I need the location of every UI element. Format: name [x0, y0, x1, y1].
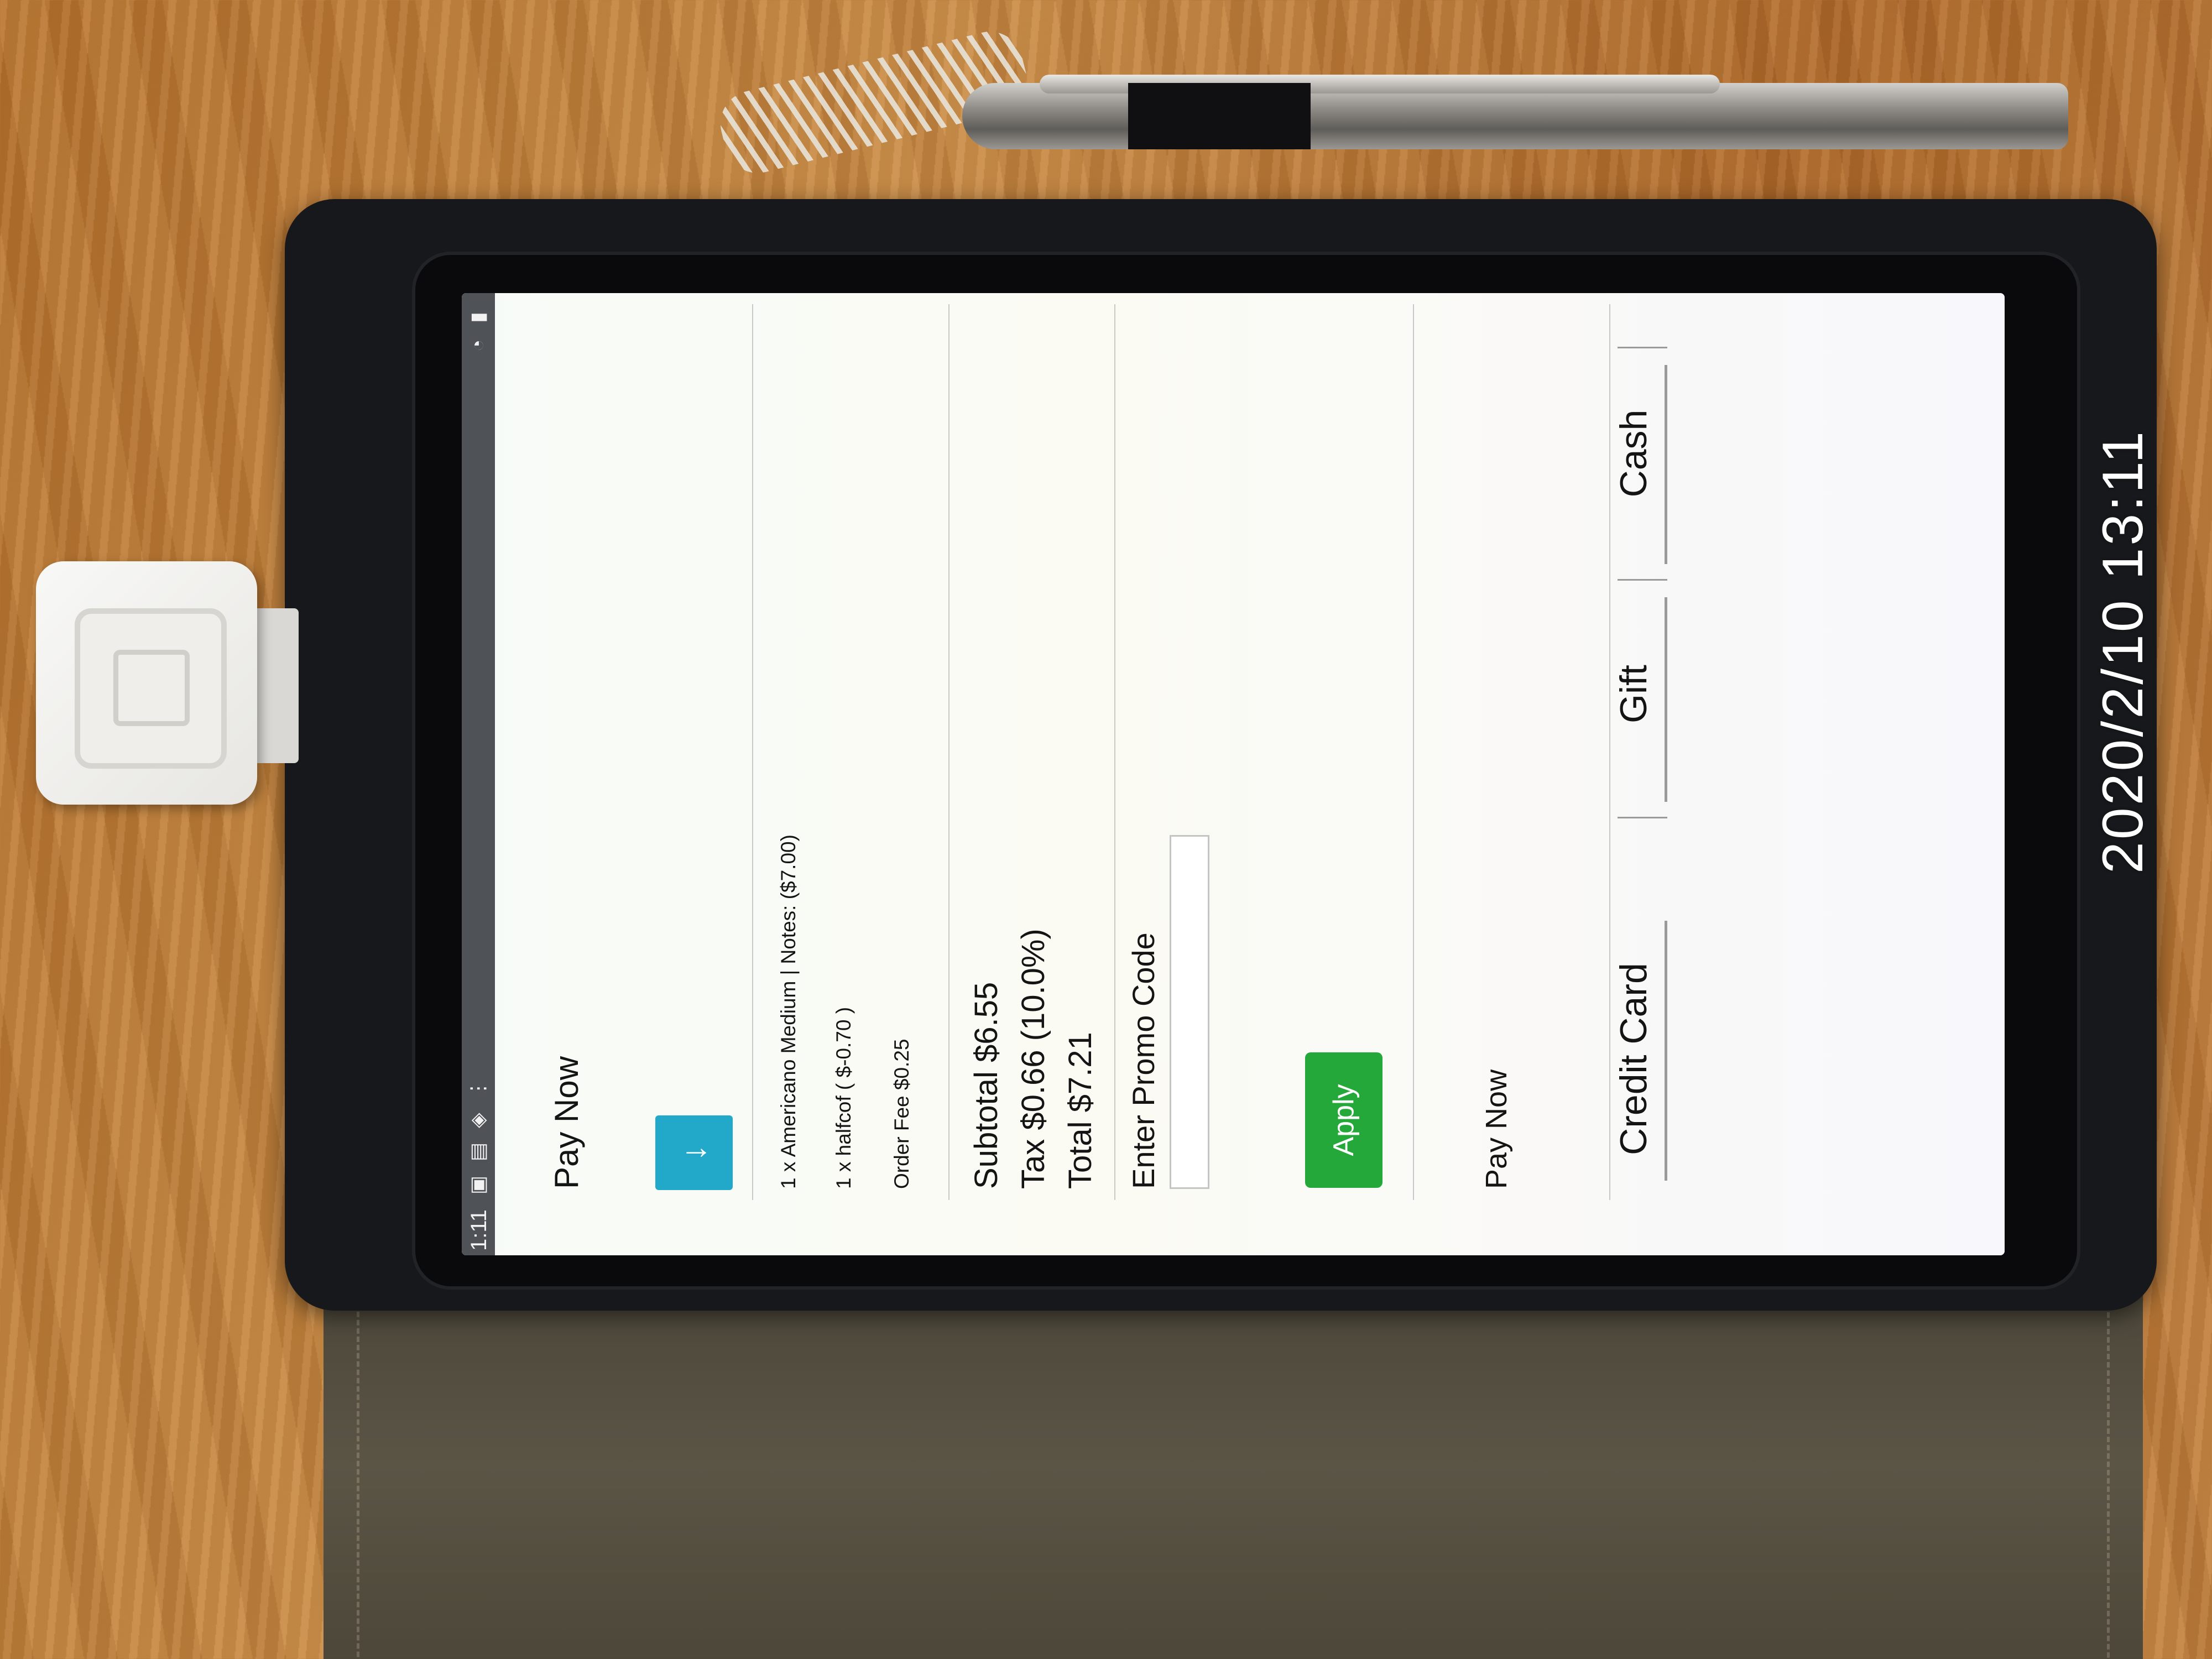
tax: Tax $0.66 (10.0%) — [1015, 928, 1051, 1189]
tab-gift-underline — [1665, 597, 1667, 802]
collapse-button[interactable]: ↓ — [655, 1115, 733, 1190]
tablet-screen: 1:11 ▣ ▤ ◈ ⋮ ◔ ▮ Pay Now ↓ 1 x Americano… — [462, 293, 2005, 1255]
tab-separator — [1618, 817, 1667, 818]
divider — [1114, 304, 1115, 1200]
tab-cash-underline — [1665, 365, 1667, 564]
divider — [948, 304, 950, 1200]
apply-promo-button[interactable]: Apply — [1305, 1052, 1383, 1188]
card-reader-logo — [75, 608, 227, 769]
notification-icons: ▣ ▤ ◈ ⋮ — [466, 1074, 489, 1194]
order-item-americano: 1 x Americano Medium | Notes: ($7.00) — [777, 834, 800, 1189]
promo-code-input[interactable] — [1170, 835, 1209, 1189]
system-icons: ◔ ▮ — [466, 306, 489, 352]
card-reader-logo-inner — [113, 650, 190, 726]
order-item-halfcof: 1 x halfcof ( $-0.70 ) — [832, 1006, 855, 1189]
pay-now-section-label: Pay Now — [1480, 1069, 1513, 1189]
subtotal: Subtotal $6.55 — [968, 982, 1004, 1189]
tab-separator — [1618, 579, 1667, 581]
divider — [1609, 304, 1610, 1200]
status-bar: 1:11 ▣ ▤ ◈ ⋮ ◔ ▮ — [462, 293, 495, 1255]
order-fee: Order Fee $0.25 — [890, 1039, 913, 1189]
cover-stitching — [357, 1303, 2110, 1659]
tab-credit-card-underline — [1665, 921, 1667, 1181]
page-title: Pay Now — [548, 1056, 585, 1189]
arrow-down-icon: ↓ — [675, 1144, 712, 1161]
tab-cash[interactable]: Cash — [1612, 382, 1655, 525]
divider — [1413, 304, 1414, 1200]
photo-timestamp: 2020/2/10 13:11 — [2091, 429, 2155, 874]
tab-separator — [1618, 347, 1667, 348]
tablet-folio-cover — [324, 1266, 2143, 1659]
divider — [752, 304, 753, 1200]
status-time: 1:11 — [467, 1209, 491, 1251]
tab-credit-card[interactable]: Credit Card — [1612, 937, 1655, 1181]
card-reader — [36, 561, 257, 805]
stylus-holder-band — [1128, 83, 1311, 149]
promo-code-label: Enter Promo Code — [1126, 932, 1161, 1189]
pay-now-screen: 1:11 ▣ ▤ ◈ ⋮ ◔ ▮ Pay Now ↓ 1 x Americano… — [462, 293, 2005, 1255]
card-reader-plug — [252, 608, 299, 763]
tab-gift[interactable]: Gift — [1612, 630, 1655, 758]
total: Total $7.21 — [1062, 1032, 1098, 1189]
